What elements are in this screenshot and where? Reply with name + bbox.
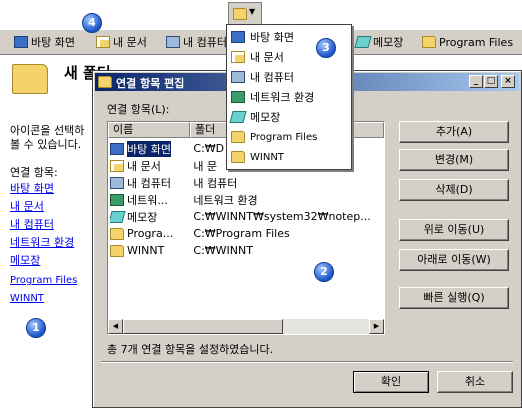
callout-badge: 4 (82, 13, 102, 33)
menu-item-program-files[interactable]: Program Files (231, 127, 349, 147)
desktop-icon (14, 36, 28, 48)
list-item[interactable]: Progra... C:₩Program Files (110, 225, 382, 242)
notepad-icon (354, 36, 372, 48)
quick-run-button[interactable]: 빠른 실행(Q) (399, 287, 509, 309)
dialog-title: 연결 항목 편집 (116, 77, 185, 90)
folder-icon (231, 131, 245, 143)
menu-item-notepad[interactable]: 메모장 (229, 107, 349, 127)
ok-button[interactable]: 확인 (353, 371, 429, 393)
scroll-right-icon[interactable]: ▶ (369, 319, 384, 334)
horizontal-scrollbar[interactable]: ◀ ▶ (108, 319, 384, 334)
folder-icon (110, 244, 124, 257)
desktop-icon (110, 142, 124, 155)
cancel-button[interactable]: 취소 (437, 371, 513, 393)
list-item[interactable]: 네트워... 네트워크 환경 (110, 191, 382, 208)
link-program-files[interactable]: Program Files (10, 274, 77, 288)
documents-icon (96, 36, 110, 48)
folder-icon (98, 76, 112, 88)
left-pane (0, 56, 92, 408)
scrollbar-thumb[interactable] (123, 319, 283, 334)
status-text: 총 7개 연결 항목을 설정하였습니다. (107, 343, 274, 356)
toolbar-item-documents[interactable]: 내 문서 (96, 33, 147, 51)
description-line: 아이콘을 선택하 (10, 124, 85, 137)
list-item[interactable]: 내 컴퓨터 내 컴퓨터 (110, 174, 382, 191)
callout-badge: 1 (26, 318, 46, 338)
toolbar-item-notepad[interactable]: 메모장 (354, 33, 403, 51)
folder-icon (231, 151, 245, 163)
folder-icon (233, 8, 247, 20)
add-button[interactable]: 추가(A) (399, 121, 509, 143)
toolbar-item-desktop[interactable]: 바탕 화면 (14, 33, 75, 51)
link-computer[interactable]: 내 컴퓨터 (10, 218, 54, 232)
folder-icon (110, 227, 124, 240)
computer-icon (231, 71, 245, 83)
documents-icon (110, 159, 124, 172)
column-header-name[interactable]: 이름 (108, 122, 190, 138)
maximize-icon[interactable]: □ (484, 75, 498, 88)
toolbar-item-program-files[interactable]: Program Files (422, 33, 513, 51)
description-line: 볼 수 있습니다. (10, 138, 82, 151)
chevron-down-icon: ▼ (249, 7, 256, 16)
toolbar-item-computer[interactable]: 내 컴퓨터 (166, 33, 227, 51)
callout-badge: 3 (316, 38, 336, 58)
link-documents[interactable]: 내 문서 (10, 200, 44, 214)
menu-item-winnt[interactable]: WINNT (231, 147, 349, 167)
menu-item-network[interactable]: 네트워크 환경 (231, 87, 349, 107)
menu-item-computer[interactable]: 내 컴퓨터 (231, 67, 349, 87)
callout-badge: 2 (314, 262, 334, 282)
move-up-button[interactable]: 위로 이동(U) (399, 219, 509, 241)
documents-icon (231, 51, 245, 63)
folder-icon (422, 36, 436, 48)
close-icon[interactable]: × (501, 75, 515, 88)
network-icon (231, 91, 245, 103)
edit-button[interactable]: 변경(M) (399, 149, 509, 171)
separator (101, 361, 513, 363)
list-label: 연결 항목(L): (107, 103, 170, 116)
links-dropdown-button[interactable]: ▼ (228, 2, 262, 26)
notepad-icon (229, 111, 247, 123)
notepad-icon (110, 210, 126, 223)
scroll-left-icon[interactable]: ◀ (108, 319, 123, 334)
folder-icon (12, 64, 48, 94)
delete-button[interactable]: 삭제(D) (399, 179, 509, 201)
computer-icon (110, 176, 124, 189)
minimize-icon[interactable]: _ (469, 75, 483, 88)
link-network[interactable]: 네트워크 환경 (10, 236, 74, 250)
list-item[interactable]: WINNT C:₩WINNT (110, 242, 382, 259)
computer-icon (166, 36, 180, 48)
move-down-button[interactable]: 아래로 이동(W) (399, 249, 509, 271)
link-notepad[interactable]: 메모장 (10, 254, 40, 268)
list-item[interactable]: 메모장 C:₩WINNT₩system32₩notep... (110, 208, 382, 225)
desktop-icon (231, 31, 245, 43)
link-winnt[interactable]: WINNT (10, 292, 44, 306)
link-desktop[interactable]: 바탕 화면 (10, 182, 54, 196)
network-icon (110, 193, 124, 206)
links-heading: 연결 항목: (10, 166, 58, 179)
